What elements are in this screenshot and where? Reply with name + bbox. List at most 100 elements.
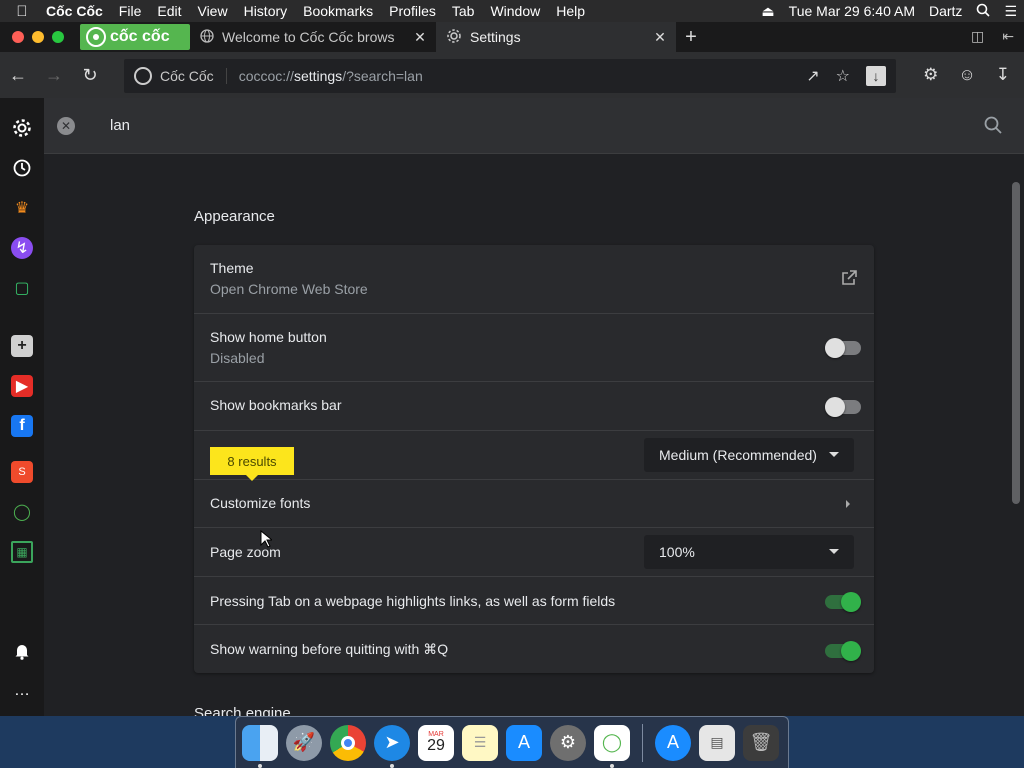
home-button-toggle[interactable] xyxy=(825,338,861,358)
menu-view[interactable]: View xyxy=(189,0,235,22)
eject-icon[interactable]: ⏏ xyxy=(754,3,781,20)
history-icon[interactable] xyxy=(11,157,33,179)
add-app-icon[interactable]: + xyxy=(11,335,33,357)
launchpad-icon[interactable]: 🚀 xyxy=(286,724,322,761)
settings-gear-icon[interactable] xyxy=(11,117,33,139)
app-menu[interactable]: Cốc Cốc xyxy=(44,0,111,22)
quit-warning-row[interactable]: Show warning before quitting with ⌘Q xyxy=(194,624,874,673)
coccoc-brand-button[interactable]: cốc cốc xyxy=(80,24,190,50)
bookmarks-bar-toggle[interactable] xyxy=(825,397,861,417)
bookmarks-bar-row[interactable]: Show bookmarks bar xyxy=(194,381,874,430)
document-icon[interactable]: ▤ xyxy=(699,724,735,761)
customize-fonts-label: Customize fonts xyxy=(210,495,311,511)
menu-bookmarks[interactable]: Bookmarks xyxy=(295,0,381,22)
sidebar: ♛ ↯ ▢ + ▶ f S ◯ ▦ … xyxy=(0,98,44,716)
tab-welcome[interactable]: Welcome to Cốc Cốc brows ✕ xyxy=(190,22,436,52)
back-arrow-icon[interactable]: ⇤ xyxy=(1002,28,1014,45)
clear-search-icon[interactable]: ✕ xyxy=(57,116,75,135)
trash-icon[interactable]: 🗑 xyxy=(743,724,779,761)
bell-icon[interactable] xyxy=(11,640,33,662)
search-icon[interactable] xyxy=(984,116,1002,134)
apple-menu-icon[interactable]:  xyxy=(0,3,44,20)
tab-search-icon[interactable]: ◫ xyxy=(971,28,984,45)
menu-history[interactable]: History xyxy=(236,0,296,22)
facebook-icon[interactable]: f xyxy=(11,415,33,437)
finder-icon[interactable] xyxy=(242,724,278,768)
zoom-window-button[interactable] xyxy=(52,31,64,43)
youtube-icon[interactable]: ▶ xyxy=(11,375,33,397)
minimize-window-button[interactable] xyxy=(32,31,44,43)
customize-fonts-row[interactable]: Customize fonts xyxy=(194,479,874,527)
page-zoom-select[interactable]: 100% xyxy=(644,535,854,569)
reload-button[interactable]: ↻ xyxy=(72,65,108,86)
menu-profiles[interactable]: Profiles xyxy=(381,0,444,22)
shopping-icon[interactable]: S xyxy=(11,461,33,483)
bookmarks-bar-label: Show bookmarks bar xyxy=(210,397,342,413)
spreadsheet-icon[interactable]: ▦ xyxy=(11,541,33,563)
close-tab-icon[interactable]: ✕ xyxy=(412,29,428,46)
url-text[interactable]: coccoc://settings/?search=lan xyxy=(239,68,807,84)
search-input[interactable]: lan xyxy=(110,117,130,134)
menu-edit[interactable]: Edit xyxy=(149,0,189,22)
new-tab-button[interactable]: + xyxy=(676,26,706,49)
tab-highlight-row[interactable]: Pressing Tab on a webpage highlights lin… xyxy=(194,576,874,624)
chrome-icon[interactable] xyxy=(330,724,366,761)
tab-title: Welcome to Cốc Cốc brows xyxy=(222,29,395,45)
safari-icon[interactable]: ➤ xyxy=(374,724,410,768)
forward-button[interactable]: → xyxy=(36,65,72,86)
coccoc-dock-icon[interactable]: ◯ xyxy=(594,724,630,768)
close-tab-icon[interactable]: ✕ xyxy=(652,29,668,46)
font-size-value: Medium (Recommended) xyxy=(659,447,817,463)
settings-search-bar: ✕ lan xyxy=(44,98,1024,154)
tab-settings[interactable]: Settings ✕ xyxy=(436,22,676,52)
menu-help[interactable]: Help xyxy=(548,0,593,22)
macos-menu-bar:  Cốc Cốc File Edit View History Bookmar… xyxy=(0,0,1024,22)
share-icon[interactable]: ↗ xyxy=(806,66,819,86)
control-center-icon[interactable]: ☰ xyxy=(997,3,1024,20)
quit-warning-toggle[interactable] xyxy=(825,641,861,661)
downloads-icon[interactable]: ↧ xyxy=(996,65,1010,85)
theme-row[interactable]: Theme Open Chrome Web Store xyxy=(194,245,874,313)
browser-window: cốc cốc Welcome to Cốc Cốc brows ✕ Setti… xyxy=(0,22,1024,716)
gear-icon xyxy=(446,28,462,47)
menu-window[interactable]: Window xyxy=(482,0,548,22)
notes-icon[interactable]: ☰ xyxy=(462,724,498,761)
chevron-down-icon xyxy=(829,452,839,457)
more-icon[interactable]: … xyxy=(11,680,33,702)
tab-title: Settings xyxy=(470,29,521,45)
app-store-icon[interactable]: A xyxy=(506,724,542,761)
coccoc-extension-icon[interactable]: ◯ xyxy=(11,501,33,523)
game-controller-icon[interactable]: ▢ xyxy=(11,277,33,299)
extensions-icon[interactable]: ⚙ xyxy=(923,65,938,85)
spotlight-icon[interactable] xyxy=(969,3,997,20)
messenger-icon[interactable]: ↯ xyxy=(11,237,33,259)
quit-warning-label: Show warning before quitting with ⌘Q xyxy=(210,641,449,657)
mouse-cursor-icon xyxy=(260,530,272,548)
home-button-row[interactable]: Show home button Disabled xyxy=(194,313,874,381)
back-button[interactable]: ← xyxy=(0,65,36,86)
page-zoom-value: 100% xyxy=(659,544,695,560)
chevron-right-icon xyxy=(846,500,850,508)
menubar-user[interactable]: Dartz xyxy=(922,3,969,19)
crown-icon[interactable]: ♛ xyxy=(11,197,33,219)
page-scrollbar[interactable] xyxy=(1012,182,1020,504)
address-bar[interactable]: Cốc Cốc coccoc://settings/?search=lan ↗ … xyxy=(124,59,896,93)
profile-icon[interactable]: ☺ xyxy=(958,65,975,85)
menu-file[interactable]: File xyxy=(111,0,150,22)
theme-label: Theme xyxy=(210,260,254,276)
menubar-clock[interactable]: Tue Mar 29 6:40 AM xyxy=(782,3,922,19)
menu-tab[interactable]: Tab xyxy=(444,0,483,22)
external-link-icon[interactable] xyxy=(840,269,858,287)
close-window-button[interactable] xyxy=(12,31,24,43)
font-size-row: Medium (Recommended) xyxy=(194,430,874,479)
calendar-icon[interactable]: MAR 29 xyxy=(418,724,454,761)
system-preferences-icon[interactable]: ⚙ xyxy=(550,724,586,761)
home-button-sub: Disabled xyxy=(210,350,265,366)
appearance-card: Theme Open Chrome Web Store Show home bu… xyxy=(194,245,874,673)
theme-sub: Open Chrome Web Store xyxy=(210,281,368,297)
bookmark-star-icon[interactable]: ☆ xyxy=(836,66,850,86)
savior-download-icon[interactable]: ↓ xyxy=(866,66,886,86)
app-store-downloads-icon[interactable]: A xyxy=(655,724,691,761)
tab-highlight-toggle[interactable] xyxy=(825,592,861,612)
font-size-select[interactable]: Medium (Recommended) xyxy=(644,438,854,472)
